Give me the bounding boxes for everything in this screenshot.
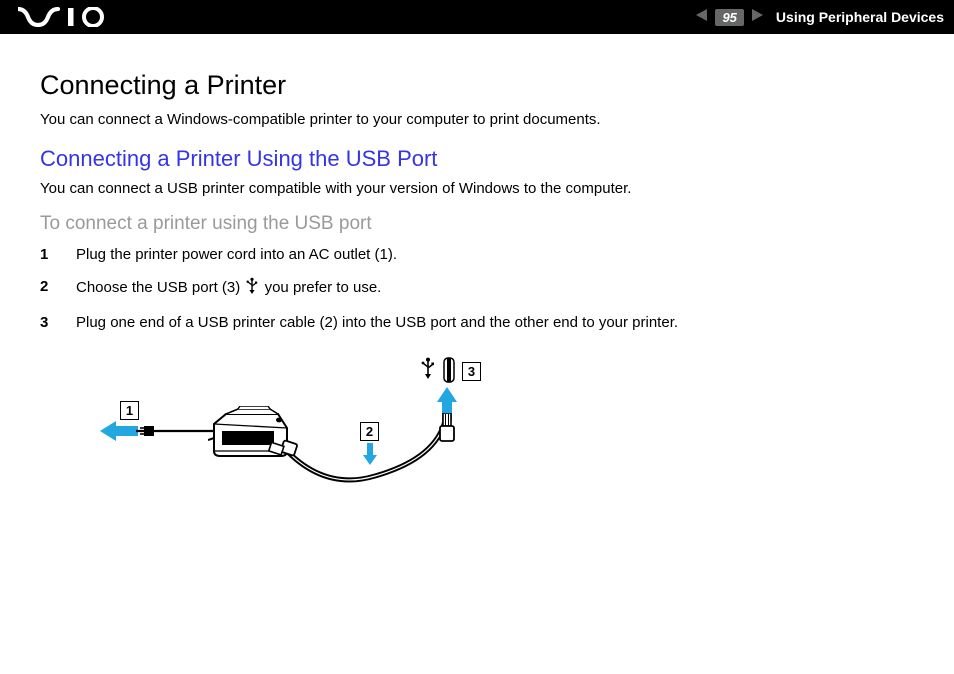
section-label: Using Peripheral Devices — [776, 9, 944, 25]
usb-plug-b-icon — [268, 439, 298, 459]
step-2-text-b: you prefer to use. — [265, 279, 382, 296]
next-page-arrow[interactable] — [750, 8, 764, 27]
usb-plug-a-icon — [438, 413, 456, 443]
step-1: Plug the printer power cord into an AC o… — [40, 245, 924, 265]
step-2: Choose the USB port (3) you prefer to us… — [40, 277, 924, 300]
step-2-text-a: Choose the USB port (3) — [76, 279, 244, 296]
steps-list: Plug the printer power cord into an AC o… — [40, 245, 924, 333]
prev-page-arrow[interactable] — [695, 8, 709, 27]
usb-icon — [246, 277, 258, 300]
vaio-logo-svg — [18, 7, 118, 27]
arrow-left-icon — [100, 421, 138, 441]
callout-3: 3 — [462, 362, 481, 381]
power-plug-icon — [140, 424, 156, 438]
intro-text: You can connect a Windows-compatible pri… — [40, 111, 924, 128]
subtitle: Connecting a Printer Using the USB Port — [40, 146, 924, 172]
step-3: Plug one end of a USB printer cable (2) … — [40, 313, 924, 333]
task-heading: To connect a printer using the USB port — [40, 213, 924, 235]
usb-symbol-icon — [421, 357, 435, 379]
header-bar: 95 Using Peripheral Devices — [0, 0, 954, 34]
header-nav: 95 Using Peripheral Devices — [695, 8, 944, 27]
usb-port-icon — [443, 357, 455, 383]
page-title: Connecting a Printer — [40, 70, 924, 101]
page-body: Connecting a Printer You can connect a W… — [0, 34, 954, 501]
vaio-logo — [18, 7, 118, 27]
connection-diagram: 1 2 3 — [100, 351, 520, 501]
callout-1: 1 — [120, 401, 139, 420]
page-number: 95 — [715, 9, 743, 26]
sub-intro-text: You can connect a USB printer compatible… — [40, 180, 924, 197]
